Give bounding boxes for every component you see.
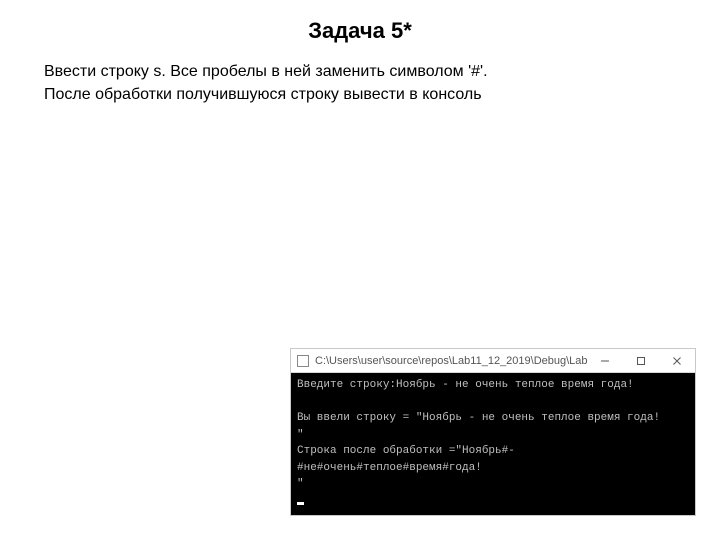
maximize-icon xyxy=(636,356,646,366)
app-icon xyxy=(297,355,309,367)
maximize-button[interactable] xyxy=(623,349,659,372)
console-window: C:\Users\user\source\repos\Lab11_12_2019… xyxy=(290,348,696,516)
close-button[interactable] xyxy=(659,349,695,372)
console-cursor xyxy=(297,502,304,505)
window-titlebar[interactable]: C:\Users\user\source\repos\Lab11_12_2019… xyxy=(291,349,695,373)
task-description: Ввести строку s. Все пробелы в ней замен… xyxy=(44,60,680,106)
console-line: Строка после обработки ="Ноябрь#-#не#оче… xyxy=(297,445,515,474)
minimize-button[interactable] xyxy=(587,349,623,372)
console-line: Вы ввели строку = "Ноябрь - не очень теп… xyxy=(297,412,660,424)
console-line: " xyxy=(297,429,304,441)
task-title: Задача 5* xyxy=(40,18,680,44)
close-icon xyxy=(672,356,682,366)
task-description-line1: Ввести строку s. Все пробелы в ней замен… xyxy=(44,60,680,83)
console-line: " xyxy=(297,478,304,490)
console-output[interactable]: Введите строку:Ноябрь - не очень теплое … xyxy=(291,373,695,515)
task-description-line2: После обработки получившуюся строку выве… xyxy=(44,83,680,106)
minimize-icon xyxy=(600,356,610,366)
console-line: Введите строку:Ноябрь - не очень теплое … xyxy=(297,379,634,391)
window-title: C:\Users\user\source\repos\Lab11_12_2019… xyxy=(315,355,587,367)
